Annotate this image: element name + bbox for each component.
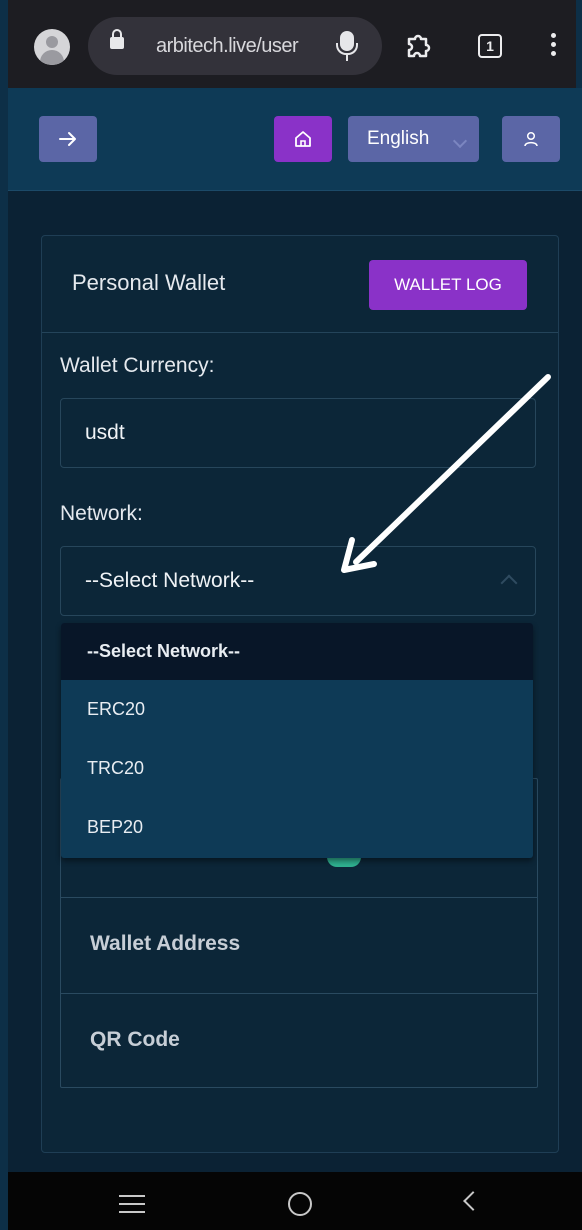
kebab-menu-icon[interactable] [551,33,556,60]
user-icon [524,131,538,147]
profile-icon[interactable] [34,29,70,65]
card-title: Personal Wallet [72,270,226,295]
home-icon [295,131,311,147]
arrow-right-icon [59,132,76,146]
status-dot [327,857,361,867]
wallet-currency-label: Wallet Currency: [60,354,215,377]
network-option-erc20[interactable]: ERC20 [61,680,533,739]
network-label: Network: [60,502,143,525]
chevron-up-icon [500,574,518,592]
network-option-bep20[interactable]: BEP20 [61,798,533,857]
network-dropdown-list: --Select Network-- ERC20 TRC20 BEP20 [61,623,533,858]
language-label: English [367,128,430,149]
qr-code-row: QR Code [61,993,537,1088]
lock-icon[interactable] [110,29,124,49]
recent-apps-icon[interactable] [119,1195,145,1219]
wallet-address-label: Wallet Address [90,932,241,955]
qr-code-label: QR Code [90,1028,180,1051]
address-bar[interactable]: arbitech.live/user [88,17,382,75]
browser-toolbar: arbitech.live/user 1 [0,0,582,88]
site-header: English [8,88,582,191]
chevron-down-icon [452,133,468,149]
user-menu-button[interactable] [502,116,560,162]
network-select[interactable]: --Select Network-- [60,546,536,616]
network-option-trc20[interactable]: TRC20 [61,739,533,798]
wallet-currency-value: usdt [85,421,125,444]
microphone-icon[interactable] [336,31,358,55]
puzzle-icon[interactable] [404,30,434,60]
tab-switcher-icon[interactable]: 1 [478,34,502,58]
wallet-log-button[interactable]: WALLET LOG [369,260,527,310]
back-icon[interactable] [463,1191,483,1211]
home-circle-icon[interactable] [288,1192,312,1216]
android-nav-bar [8,1172,582,1230]
network-option-placeholder[interactable]: --Select Network-- [61,623,533,680]
language-select[interactable]: English [348,116,479,162]
sidebar-toggle-button[interactable] [39,116,97,162]
wallet-address-row: Wallet Address [61,897,537,994]
wallet-currency-field[interactable]: usdt [60,398,536,468]
network-select-value: --Select Network-- [85,569,255,592]
url-text[interactable]: arbitech.live/user [156,35,316,58]
card-header: Personal Wallet WALLET LOG [42,236,558,333]
home-button[interactable] [274,116,332,162]
